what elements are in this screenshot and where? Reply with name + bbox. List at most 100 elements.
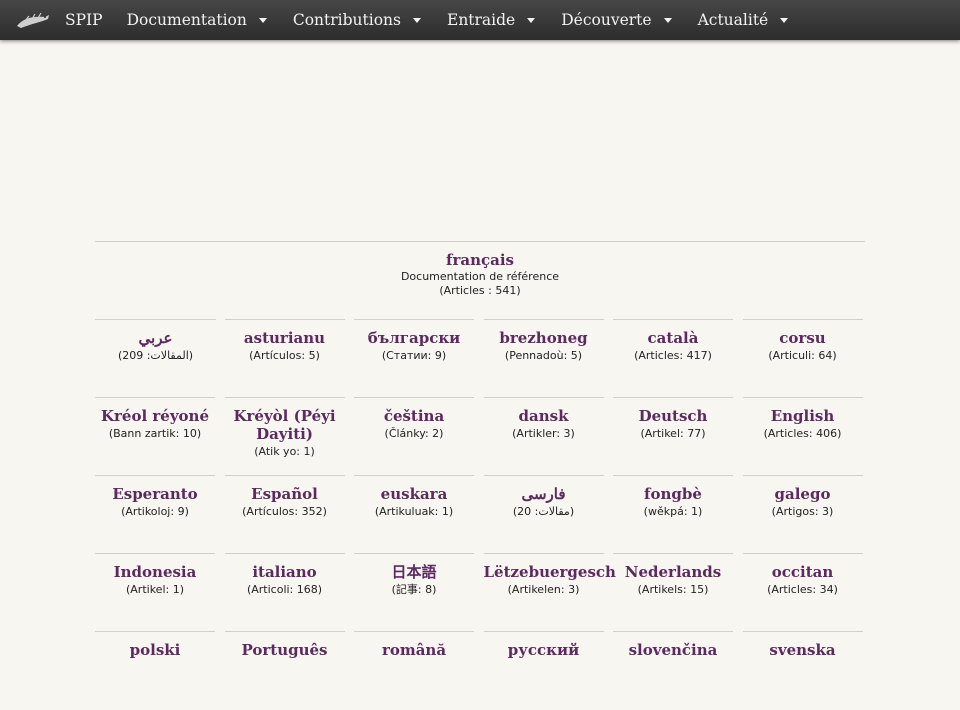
- language-link[interactable]: Esperanto: [95, 485, 215, 503]
- main-language-block: français Documentation de référence (Art…: [95, 241, 865, 320]
- language-cell: brezhoneg (Pennadoù: 5): [483, 319, 604, 398]
- language-link[interactable]: čeština: [354, 407, 474, 425]
- language-cell: asturianu (Artículos: 5): [224, 319, 345, 398]
- nav-item-label: Actualité: [697, 11, 769, 29]
- language-article-count: (Články: 2): [384, 427, 444, 440]
- language-article-count: (Artikels: 15): [637, 583, 709, 596]
- language-link[interactable]: svenska: [743, 641, 863, 659]
- chevron-down-icon: [663, 17, 672, 23]
- spip-logo-icon[interactable]: [15, 8, 51, 32]
- chevron-down-icon: [527, 17, 536, 23]
- language-link[interactable]: occitan: [743, 563, 863, 581]
- language-cell: Español (Artículos: 352): [224, 475, 345, 554]
- language-article-count: (Artículos: 5): [249, 349, 320, 362]
- language-link[interactable]: Português: [225, 641, 345, 659]
- language-article-count: (Articles: 417): [634, 349, 712, 362]
- language-link[interactable]: Español: [225, 485, 345, 503]
- language-cell: italiano (Articoli: 168): [224, 553, 345, 632]
- nav-item-decouverte[interactable]: Découverte: [561, 11, 672, 29]
- nav-item-actualite[interactable]: Actualité: [698, 11, 789, 29]
- language-cell: Kréol réyoné (Bann zartik: 10): [95, 397, 215, 476]
- language-article-count: (Artikler: 3): [512, 427, 575, 440]
- language-cell: русский: [483, 631, 604, 710]
- language-cell: polski: [95, 631, 215, 710]
- language-article-count: (Статии: 9): [381, 349, 447, 362]
- nav-item-label: Contributions: [292, 11, 401, 29]
- language-link[interactable]: Kréol réyoné: [95, 407, 215, 425]
- language-article-count: (Pennadoù: 5): [504, 349, 583, 362]
- language-link[interactable]: galego: [743, 485, 863, 503]
- language-cell: Deutsch (Artikel: 77): [613, 397, 733, 476]
- language-link[interactable]: euskara: [354, 485, 474, 503]
- main-language-subtitle: Documentation de référence: [400, 270, 560, 283]
- language-cell: dansk (Artikler: 3): [483, 397, 604, 476]
- language-link[interactable]: Indonesia: [95, 563, 215, 581]
- language-link[interactable]: Kréyòl (Péyi Dayiti): [225, 407, 345, 443]
- language-article-count: (Artikoloj: 9): [121, 505, 189, 518]
- language-cell: български (Статии: 9): [354, 319, 474, 398]
- language-article-count: (Articles: 406): [763, 427, 842, 440]
- language-article-count: (Artikuluak: 1): [374, 505, 454, 518]
- top-navigation-bar: SPIP Documentation Contributions Entraid…: [0, 0, 960, 40]
- language-link[interactable]: brezhoneg: [484, 329, 604, 347]
- language-article-count: (Artikelen: 3): [507, 583, 580, 596]
- language-article-count: (Bann zartik: 10): [108, 427, 202, 440]
- language-cell: Indonesia (Artikel: 1): [95, 553, 215, 632]
- nav-item-label: Entraide: [447, 11, 516, 29]
- language-link[interactable]: English: [743, 407, 863, 425]
- nav-item-contributions[interactable]: Contributions: [293, 11, 421, 29]
- language-link[interactable]: русский: [484, 641, 604, 659]
- language-article-count: (Articuli: 64): [768, 349, 837, 362]
- language-link[interactable]: عربي: [95, 329, 216, 347]
- language-link[interactable]: 日本語: [354, 563, 474, 581]
- language-article-count: (記事: 8): [391, 583, 437, 596]
- language-link[interactable]: català: [613, 329, 733, 347]
- language-cell: svenska: [742, 631, 863, 710]
- language-cell: corsu (Articuli: 64): [742, 319, 863, 398]
- language-article-count: (Artikel: 77): [640, 427, 706, 440]
- chevron-down-icon: [780, 17, 789, 23]
- language-link[interactable]: slovenčina: [613, 641, 733, 659]
- nav-item-label: Documentation: [126, 11, 247, 29]
- chevron-down-icon: [413, 17, 421, 23]
- language-link[interactable]: corsu: [743, 329, 863, 347]
- language-cell: Esperanto (Artikoloj: 9): [95, 475, 215, 554]
- language-link[interactable]: polski: [95, 641, 215, 659]
- nav-item-documentation[interactable]: Documentation: [127, 11, 267, 29]
- language-link[interactable]: فارسى: [484, 485, 604, 503]
- language-article-count: (Artículos: 352): [242, 505, 327, 518]
- language-cell: English (Articles: 406): [742, 397, 863, 476]
- language-link[interactable]: asturianu: [225, 329, 345, 347]
- language-article-count: (Artikel: 1): [125, 583, 184, 596]
- chevron-down-icon: [258, 17, 267, 23]
- language-link[interactable]: Deutsch: [613, 407, 733, 425]
- language-link[interactable]: български: [354, 329, 474, 347]
- language-cell: Nederlands (Artikels: 15): [613, 553, 733, 632]
- language-cell: slovenčina: [613, 631, 733, 710]
- language-cell: فارسى (مقالات: 20): [483, 475, 604, 554]
- language-article-count: (المقالات: 209): [117, 349, 194, 362]
- language-cell: occitan (Articles: 34): [742, 553, 863, 632]
- main-language-count: (Articles : 541): [439, 284, 521, 297]
- language-cell: galego (Artigos: 3): [742, 475, 863, 554]
- language-link[interactable]: Nederlands: [613, 563, 733, 581]
- language-link[interactable]: fongbè: [613, 485, 733, 503]
- language-article-count: (Articles: 34): [767, 583, 838, 596]
- language-cell: čeština (Články: 2): [354, 397, 474, 476]
- language-cell: fongbè (wěkpá: 1): [613, 475, 733, 554]
- nav-brand-spip[interactable]: SPIP: [65, 11, 103, 29]
- language-cell: Lëtzebuergesch (Artikelen: 3): [483, 553, 616, 632]
- language-cell: català (Articles: 417): [613, 319, 733, 398]
- language-article-count: (wěkpá: 1): [643, 505, 703, 518]
- language-cell: عربي (المقالات: 209): [95, 319, 216, 398]
- language-cell: Kréyòl (Péyi Dayiti) (Atik yo: 1): [224, 397, 345, 476]
- language-article-count: (Artigos: 3): [771, 505, 834, 518]
- language-link[interactable]: Lëtzebuergesch: [484, 563, 616, 581]
- nav-item-entraide[interactable]: Entraide: [447, 11, 536, 29]
- language-link[interactable]: italiano: [225, 563, 345, 581]
- main-language-link[interactable]: français: [95, 251, 865, 269]
- language-link[interactable]: română: [354, 641, 474, 659]
- language-cell: română: [354, 631, 474, 710]
- language-link[interactable]: dansk: [484, 407, 604, 425]
- language-article-count: (Atik yo: 1): [254, 445, 315, 458]
